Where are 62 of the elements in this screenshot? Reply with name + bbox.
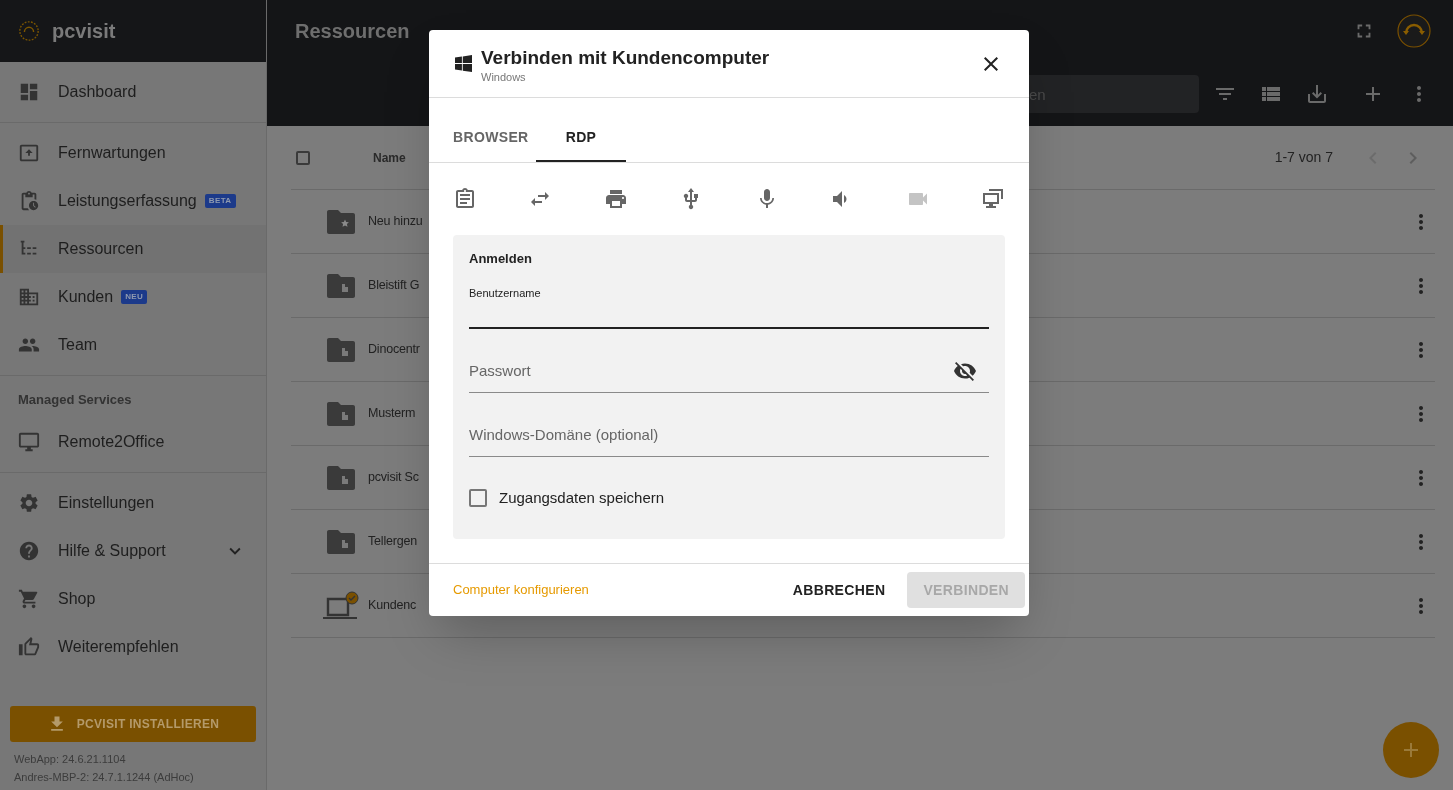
help-icon	[18, 540, 40, 562]
sidebar-item[interactable]: Shop	[0, 575, 266, 623]
sidebar-item[interactable]: Hilfe & Support	[0, 527, 266, 575]
sidebar-item[interactable]: Ressourcen	[0, 225, 266, 273]
building-folder-icon	[326, 400, 356, 427]
sidebar-item[interactable]: Leistungserfassung BETA	[0, 177, 266, 225]
sidebar-item[interactable]: Team	[0, 321, 266, 369]
dialog-title: Verbinden mit Kundencomputer	[481, 46, 770, 69]
monitors-icon[interactable]	[980, 187, 1005, 211]
version-text: Andres-MBP-2: 24.7.1.1244 (AdHoc)	[14, 770, 195, 785]
section-title: Anmelden	[469, 250, 533, 268]
monitor-icon	[18, 431, 40, 453]
version-text: WebApp: 24.6.21.1104	[14, 752, 127, 767]
settings-icon	[18, 492, 40, 514]
logo-icon	[18, 20, 40, 42]
clipboard-icon[interactable]	[453, 187, 477, 211]
building-folder-icon	[326, 464, 356, 491]
badge: BETA	[204, 194, 236, 208]
building-folder-icon	[326, 272, 356, 299]
page-title: Ressourcen	[295, 19, 410, 44]
laptop-icon	[322, 590, 360, 621]
badge: NEU	[121, 290, 148, 304]
resource-name[interactable]: pcvisit Sc	[368, 468, 419, 487]
pagination-text: 1-7 von 7	[1274, 148, 1333, 167]
cancel-button[interactable]: ABBRECHEN	[784, 572, 894, 608]
sidebar-item[interactable]: Remote2Office	[0, 418, 266, 466]
sidebar-item[interactable]: Fernwartungen	[0, 129, 266, 177]
resource-name[interactable]: Neu hinzu	[368, 212, 423, 231]
logo-text: pcvisit	[52, 19, 116, 44]
input-field[interactable]: Windows-Domäne (optional)	[469, 412, 989, 457]
sidebar-item[interactable]: Dashboard	[0, 68, 266, 116]
checkbox-label: Zugangsdaten speichern	[499, 487, 665, 508]
printer-icon[interactable]	[603, 187, 628, 211]
resource-name[interactable]: Kundenc	[368, 596, 416, 615]
resource-name[interactable]: Dinocentr	[368, 340, 420, 359]
section-heading: Managed Services	[17, 391, 133, 410]
resource-name[interactable]: Musterm	[368, 404, 416, 423]
dashboard-icon	[18, 81, 40, 103]
download-icon[interactable]	[1305, 82, 1329, 106]
tab[interactable]: RDP	[536, 114, 626, 162]
column-header[interactable]: Name	[373, 148, 406, 167]
resource-name[interactable]: Bleistift G	[368, 276, 420, 295]
star-folder-icon	[326, 208, 356, 235]
sidebar-item[interactable]: Weiterempfehlen	[0, 623, 266, 671]
field-label: Benutzername	[469, 285, 542, 301]
building-icon	[18, 286, 40, 308]
install-button[interactable]: PCVISIT INSTALLIEREN	[10, 706, 256, 742]
windows-logo-icon	[455, 55, 472, 72]
building-folder-icon	[326, 528, 356, 555]
building-folder-icon	[326, 336, 356, 363]
resource-name[interactable]: Tellergen	[368, 532, 417, 551]
sidebar-item[interactable]: Kunden NEU	[0, 273, 266, 321]
avatar-icon[interactable]	[1397, 14, 1431, 48]
upload-screen-icon	[18, 142, 40, 164]
checkbox[interactable]	[469, 488, 487, 507]
dialog-subtitle: Windows	[481, 69, 527, 85]
thumbs-up-icon	[18, 636, 40, 658]
configure-link[interactable]: Computer konfigurieren	[453, 580, 589, 600]
sidebar-item[interactable]: Einstellungen	[0, 479, 266, 527]
cart-icon	[18, 588, 40, 610]
checkbox[interactable]	[296, 150, 310, 165]
tab[interactable]: BROWSER	[429, 114, 536, 162]
